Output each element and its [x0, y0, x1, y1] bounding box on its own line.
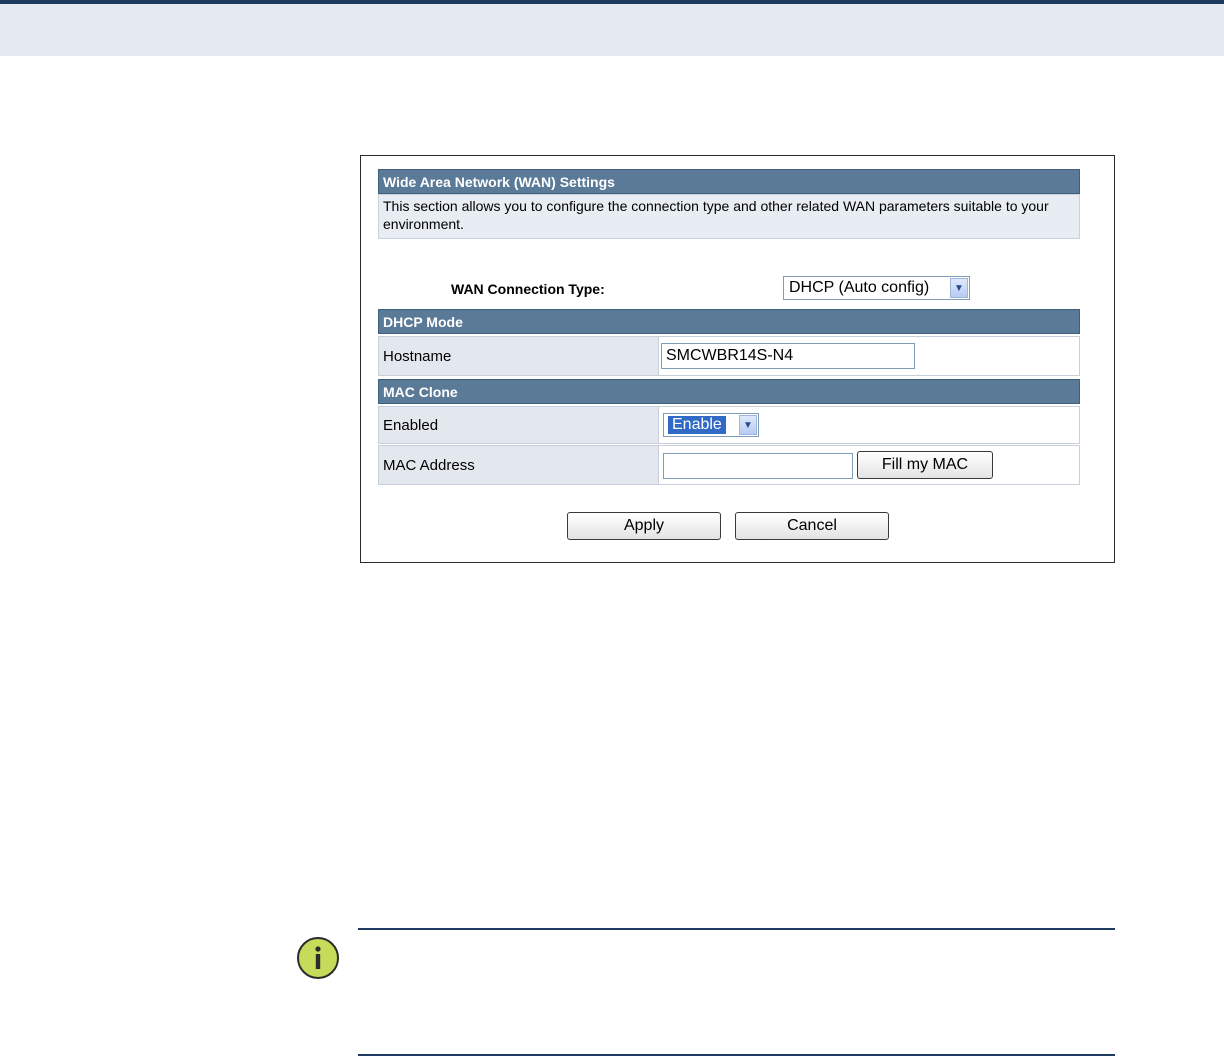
hostname-cell: SMCWBR14S-N4	[659, 336, 1080, 376]
wan-connection-type-value: DHCP (Auto config)	[789, 279, 930, 296]
mac-enabled-row: Enabled Enable ▼	[378, 406, 1080, 444]
mac-address-label: MAC Address	[378, 445, 659, 485]
panel-title: Wide Area Network (WAN) Settings	[378, 169, 1080, 194]
wan-connection-type-select[interactable]: DHCP (Auto config) ▼	[783, 276, 970, 300]
chevron-down-icon[interactable]: ▼	[739, 415, 757, 435]
note-bottom-rule	[358, 1054, 1115, 1056]
wan-connection-type-label: WAN Connection Type:	[451, 281, 605, 297]
wan-settings-panel: Wide Area Network (WAN) Settings This se…	[378, 169, 1080, 239]
mac-enabled-cell: Enable ▼	[659, 406, 1080, 444]
mac-clone-section: MAC Clone	[378, 379, 1080, 404]
cancel-button[interactable]: Cancel	[735, 512, 889, 540]
hostname-row: Hostname SMCWBR14S-N4	[378, 336, 1080, 376]
panel-description: This section allows you to configure the…	[378, 194, 1080, 239]
wan-settings-screenshot: Wide Area Network (WAN) Settings This se…	[360, 155, 1115, 563]
mac-enabled-label: Enabled	[378, 406, 659, 444]
fill-my-mac-button[interactable]: Fill my MAC	[857, 451, 993, 479]
mac-clone-title: MAC Clone	[378, 379, 1080, 404]
mac-address-row: MAC Address Fill my MAC	[378, 445, 1080, 485]
mac-clone-enabled-value: Enable	[668, 416, 726, 434]
page-header-band	[0, 0, 1224, 56]
hostname-label: Hostname	[378, 336, 659, 376]
dhcp-mode-title: DHCP Mode	[378, 309, 1080, 334]
dhcp-mode-section: DHCP Mode	[378, 309, 1080, 334]
info-icon	[296, 936, 340, 980]
note-top-rule	[358, 928, 1115, 930]
mac-address-cell: Fill my MAC	[659, 445, 1080, 485]
hostname-input[interactable]: SMCWBR14S-N4	[661, 343, 915, 369]
mac-clone-enabled-select[interactable]: Enable ▼	[663, 413, 759, 437]
mac-address-input[interactable]	[663, 453, 853, 479]
chevron-down-icon[interactable]: ▼	[950, 278, 968, 298]
apply-button[interactable]: Apply	[567, 512, 721, 540]
